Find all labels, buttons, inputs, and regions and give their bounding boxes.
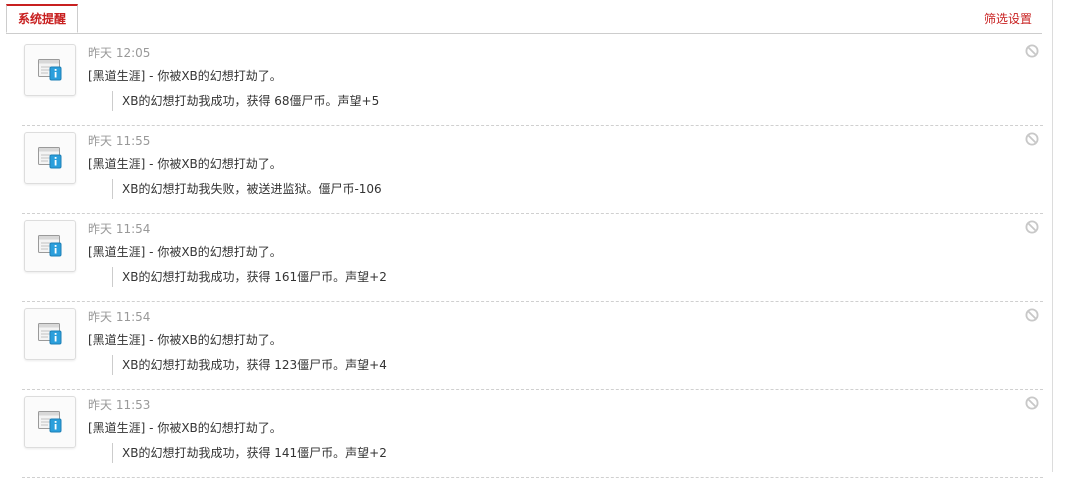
ignore-notification-icon[interactable] (1025, 220, 1039, 234)
ignore-notification-icon[interactable] (1025, 132, 1039, 146)
notification-item: 昨天 11:54 [黑道生涯] - 你被XB的幻想打劫了。 XB的幻想打劫我成功… (22, 302, 1043, 390)
notification-detail: XB的幻想打劫我成功，获得 68僵尸币。声望+5 (112, 91, 379, 111)
notification-time: 昨天 12:05 (88, 46, 151, 60)
notification-title: [黑道生涯] - 你被XB的幻想打劫了。 (88, 245, 282, 259)
notification-item: 昨天 11:54 [黑道生涯] - 你被XB的幻想打劫了。 XB的幻想打劫我成功… (22, 214, 1043, 302)
info-window-icon (38, 59, 62, 81)
info-window-icon (38, 323, 62, 345)
avatar (24, 308, 76, 360)
notification-list: 昨天 12:05 [黑道生涯] - 你被XB的幻想打劫了。 XB的幻想打劫我成功… (22, 38, 1043, 478)
notification-time: 昨天 11:54 (88, 310, 151, 324)
notification-detail: XB的幻想打劫我成功，获得 123僵尸币。声望+4 (112, 355, 387, 375)
notification-title: [黑道生涯] - 你被XB的幻想打劫了。 (88, 421, 282, 435)
avatar (24, 220, 76, 272)
notification-panel: 系统提醒 筛选设置 昨天 12:05 [黑道生涯] - 你被XB的幻想打劫了。 … (0, 0, 1053, 478)
ignore-notification-icon[interactable] (1025, 396, 1039, 410)
notification-item: 昨天 12:05 [黑道生涯] - 你被XB的幻想打劫了。 XB的幻想打劫我成功… (22, 38, 1043, 126)
tab-system-reminders[interactable]: 系统提醒 (6, 4, 79, 33)
info-window-icon (38, 411, 62, 433)
notification-detail: XB的幻想打劫我成功，获得 141僵尸币。声望+2 (112, 443, 387, 463)
notification-title: [黑道生涯] - 你被XB的幻想打劫了。 (88, 69, 282, 83)
notification-title: [黑道生涯] - 你被XB的幻想打劫了。 (88, 157, 282, 171)
avatar (24, 396, 76, 448)
notification-time: 昨天 11:54 (88, 222, 151, 236)
notification-title: [黑道生涯] - 你被XB的幻想打劫了。 (88, 333, 282, 347)
notification-detail: XB的幻想打劫我失败，被送进监狱。僵尸币-106 (112, 179, 382, 199)
avatar (24, 44, 76, 96)
ignore-notification-icon[interactable] (1025, 308, 1039, 322)
notification-item: 昨天 11:55 [黑道生涯] - 你被XB的幻想打劫了。 XB的幻想打劫我失败… (22, 126, 1043, 214)
filter-settings-link[interactable]: 筛选设置 (984, 10, 1032, 27)
ignore-notification-icon[interactable] (1025, 44, 1039, 58)
tab-bar: 系统提醒 筛选设置 (6, 4, 1042, 34)
info-window-icon (38, 147, 62, 169)
notification-item: 昨天 11:53 [黑道生涯] - 你被XB的幻想打劫了。 XB的幻想打劫我成功… (22, 390, 1043, 478)
avatar (24, 132, 76, 184)
notification-time: 昨天 11:53 (88, 398, 151, 412)
notification-detail: XB的幻想打劫我成功，获得 161僵尸币。声望+2 (112, 267, 387, 287)
notification-time: 昨天 11:55 (88, 134, 151, 148)
info-window-icon (38, 235, 62, 257)
